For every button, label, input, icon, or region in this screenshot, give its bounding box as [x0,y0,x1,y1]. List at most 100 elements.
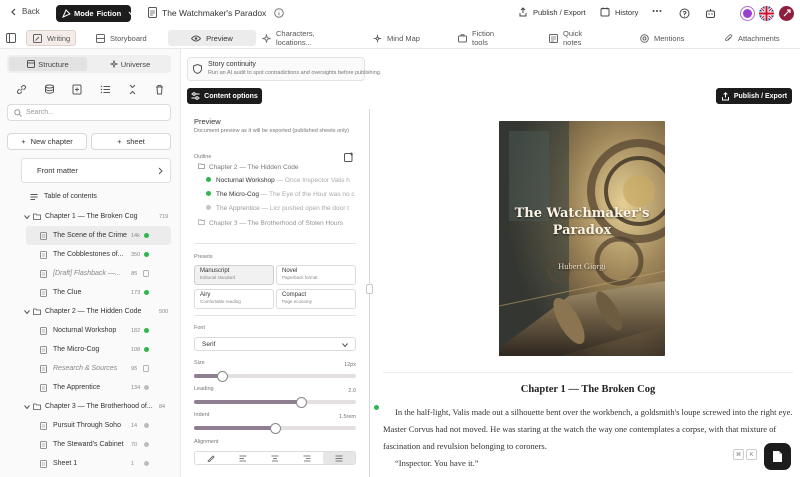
rocket-icon[interactable] [779,6,794,21]
sheet-item[interactable]: The Scene of the Crime 14k [26,226,171,245]
sheet-label: The Apprentice [53,384,101,391]
preview-section-title: Preview [194,117,221,126]
chapter-row[interactable]: Chapter 2 — The Hidden Code 500 [24,302,174,321]
shortcut-key: ⌘ [733,449,744,460]
document-title[interactable]: The Watchmaker's Paradox [162,8,266,18]
front-matter-item[interactable]: Front matter [21,158,171,183]
link-icon[interactable] [15,83,27,95]
font-select[interactable]: Serif [194,337,356,351]
segment-structure[interactable]: Structure [9,57,87,71]
sheet-item[interactable]: Sheet 1 1 [26,454,171,473]
resize-handle[interactable] [366,284,373,294]
new-document-fab[interactable] [764,443,791,470]
sidebar-search[interactable]: Search... [7,104,171,121]
list-icon[interactable] [99,83,111,95]
help-icon[interactable] [679,8,690,19]
segment-universe[interactable]: Universe [91,57,169,71]
tab-characters[interactable]: Characters, locations... [256,29,352,47]
chevron-down-icon [24,404,30,409]
chapter-title: Chapter 1 — The Broken Cog [45,213,138,220]
tab-writing[interactable]: Writing [26,30,76,46]
content-options-button[interactable]: Content options [187,88,262,104]
search-input[interactable]: Search... [26,109,54,116]
align-right-icon [303,455,311,462]
back-button[interactable]: Back [10,7,40,16]
sidebar-toggle-icon[interactable] [6,33,16,43]
sheet-item[interactable]: Nocturnal Workshop 182 [26,321,171,340]
sheet-item[interactable]: The Micro-Cog 108 [26,340,171,359]
new-chapter-button[interactable]: + New chapter [7,133,87,150]
tab-attachments[interactable]: Attachments [718,30,784,46]
toc-item[interactable]: Table of contents [30,187,170,206]
at-icon [640,33,649,43]
size-label: Size [194,360,205,366]
align-center-button[interactable] [259,452,291,464]
preset-airy[interactable]: Airy Comfortable reading [194,289,274,309]
status-dot [144,385,149,390]
info-icon[interactable] [274,7,285,18]
tab-mentions[interactable]: Mentions [634,30,690,46]
align-left-button[interactable] [227,452,259,464]
shortcut-key: K [746,449,757,460]
tab-quick-notes[interactable]: Quick notes [543,29,605,47]
sheet-item[interactable]: The Steward's Cabinet 70 [26,435,171,454]
status-dot [144,347,149,352]
document-icon [40,383,47,392]
trash-icon[interactable] [153,83,165,95]
chapter-row[interactable]: Chapter 1 — The Broken Cog 719 [24,207,174,226]
preset-compact[interactable]: Compact Page economy [276,289,356,309]
tab-preview[interactable]: Preview [168,30,256,46]
status-dot [206,177,211,182]
outline-item[interactable]: Chapter 2 — The Hidden Code [198,163,358,171]
chevron-down-icon [342,343,348,347]
layers-icon[interactable] [43,83,55,95]
preset-name: Compact [282,292,307,298]
sheet-item[interactable]: [Draft] Flashback —... 85 [26,264,171,283]
sheet-item[interactable]: The Apprentice 134 [26,378,171,397]
collapse-icon[interactable] [126,83,138,95]
chapter-row[interactable]: Chapter 3 — The Brotherhood of... 84 [24,397,174,416]
toc-icon [30,193,38,201]
divider [194,243,356,244]
sheet-item[interactable]: Pursuit Through Soho 14 [26,416,171,435]
preset-novel[interactable]: Novel Paperback format [276,265,356,285]
sheet-item[interactable]: Research & Sources 95 [26,359,171,378]
flag-uk-icon[interactable] [759,6,774,21]
outline-title: The Apprentice [216,205,260,212]
document-icon [40,421,47,430]
add-sheet-icon[interactable] [344,152,354,162]
align-right-button[interactable] [291,452,323,464]
align-freeform-button[interactable] [195,452,227,464]
mode-selector[interactable]: Mode Fiction [56,5,135,22]
folder-icon [33,213,41,220]
size-slider-handle[interactable] [217,371,228,382]
align-justify-button[interactable] [323,452,355,464]
tab-fiction-tools[interactable]: Fiction tools [452,29,516,47]
indent-slider-handle[interactable] [270,423,281,434]
pen-icon [207,454,215,462]
tab-mind-map[interactable]: Mind Map [367,30,427,46]
sheet-label: Pursuit Through Soho [53,422,121,429]
tab-storyboard[interactable]: Storyboard [90,30,156,46]
robot-icon[interactable] [705,8,716,19]
outline-item[interactable]: The Apprentice — Licr pushed open the do… [198,205,358,212]
outline-item[interactable]: The Micro-Cog — The Eye of the Hour was … [198,191,358,198]
sheet-item[interactable]: The Clue 173 [26,283,171,302]
leading-slider-handle[interactable] [296,397,307,408]
publish-export-top-button[interactable]: Publish / Export [518,7,586,17]
more-icon[interactable] [652,9,662,13]
publish-export-button[interactable]: Publish / Export [716,88,792,104]
chevron-down-icon [128,11,135,16]
add-document-icon[interactable] [71,83,83,95]
user-avatar[interactable] [740,6,755,21]
sheet-label: The Cobblestones of... [53,251,124,258]
folder-icon [198,163,205,169]
outline-item[interactable]: Nocturnal Workshop — Once Inspector Vali… [198,177,358,184]
tab-label: Attachments [738,33,780,43]
preset-manuscript[interactable]: Manuscript Editorial standard [194,265,274,285]
sheet-item[interactable]: The Cobblestones of... 350 [26,245,171,264]
new-sheet-button[interactable]: + sheet [91,133,171,150]
indent-value: 1.5rem [338,414,356,420]
status-dot [206,191,211,196]
history-button[interactable]: History [600,7,638,17]
